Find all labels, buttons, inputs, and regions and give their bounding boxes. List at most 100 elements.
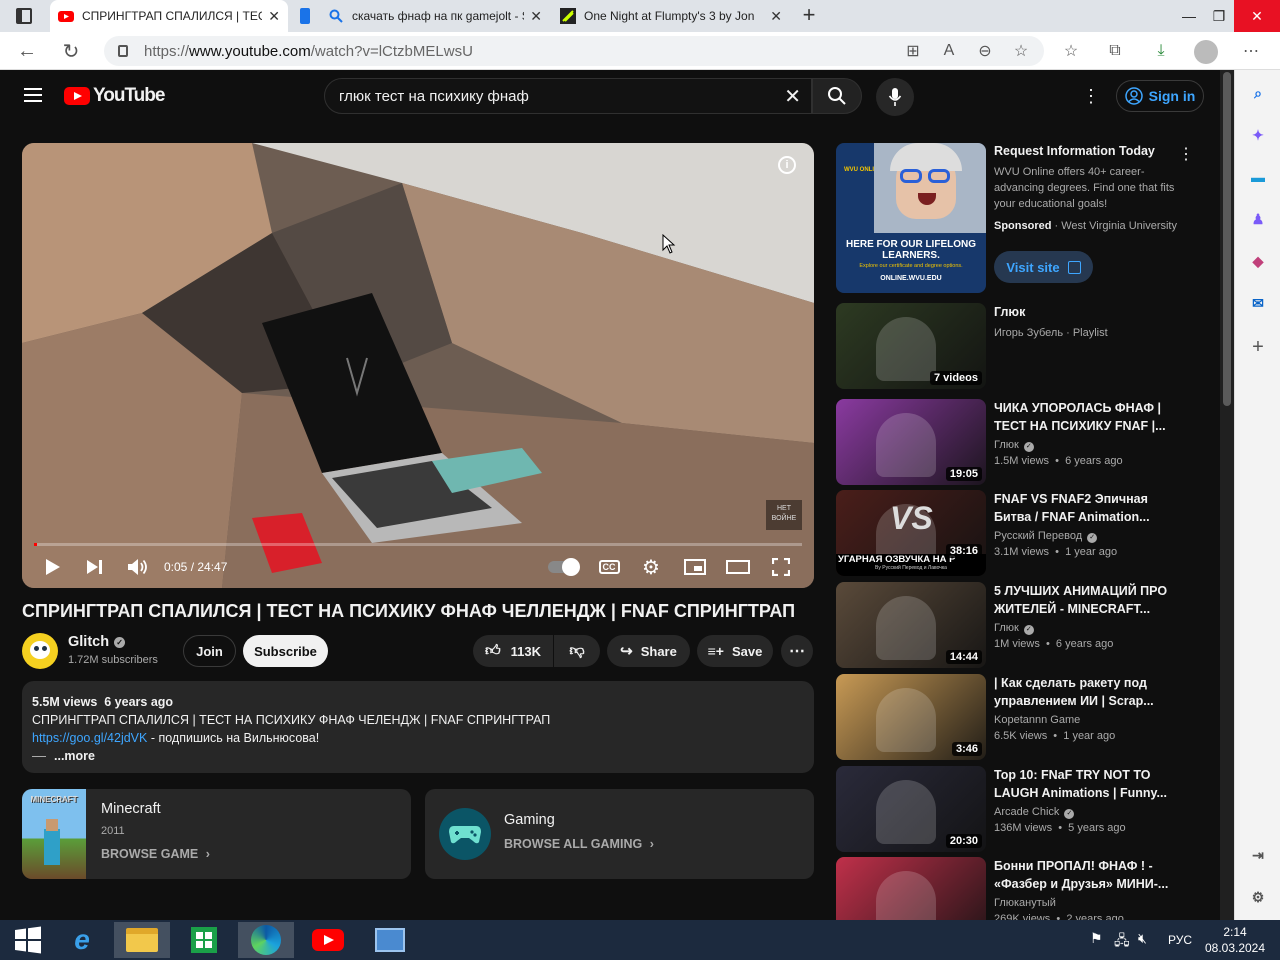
youtube-app-icon[interactable]: [300, 922, 356, 958]
recommendation-thumbnail[interactable]: 20:30: [836, 766, 986, 852]
channel-watermark[interactable]: НЕТ ВОЙНЕ: [766, 500, 802, 530]
search-button[interactable]: [812, 78, 862, 114]
recommendation-title[interactable]: ЧИКА УПОРОЛАСЬ ФНАФ | ТЕСТ НА ПСИХИКУ FN…: [994, 399, 1174, 435]
recommendation-title[interactable]: 5 ЛУЧШИХ АНИМАЦИЙ ПРО ЖИТЕЛЕЙ - MINECRAF…: [994, 582, 1174, 618]
progress-bar[interactable]: [34, 543, 802, 546]
recommendation-thumbnail[interactable]: 7 videos: [836, 303, 986, 389]
new-tab-icon[interactable]: +: [798, 4, 820, 28]
network-icon[interactable]: 🖧︎: [1114, 930, 1130, 954]
recommendation-channel[interactable]: Arcade Chick ✓: [994, 806, 1075, 819]
collections-icon[interactable]: ⧉: [1104, 40, 1126, 62]
theater-mode-icon[interactable]: [726, 556, 750, 578]
recommendation-title[interactable]: | Как сделать ракету под управлением ИИ …: [994, 674, 1174, 710]
search-input[interactable]: глюк тест на психику фнаф ✕: [324, 78, 812, 114]
page-scrollbar[interactable]: [1220, 70, 1234, 920]
visit-site-button[interactable]: Visit site: [994, 251, 1093, 283]
start-windows-icon[interactable]: [0, 922, 56, 958]
like-button[interactable]: 👍︎ 113K: [473, 635, 553, 667]
ad-menu-icon[interactable]: ⋮: [1178, 144, 1194, 164]
browse-game-link[interactable]: BROWSE GAME ›: [101, 847, 210, 861]
browse-all-gaming-link[interactable]: BROWSE ALL GAMING ›: [504, 837, 654, 851]
window-close-icon[interactable]: ✕: [1234, 0, 1280, 32]
video-player[interactable]: i НЕТ ВОЙНЕ 0:05 / 24:47 CC ⚙: [22, 143, 814, 588]
recommendation-item[interactable]: 19:05 ЧИКА УПОРОЛАСЬ ФНАФ | ТЕСТ НА ПСИХИ…: [836, 399, 1206, 485]
volume-icon[interactable]: [126, 556, 150, 578]
recommendation-item[interactable]: 20:30 Top 10: FNaF TRY NOT TO LAUGH Anima…: [836, 766, 1206, 852]
voice-search-button[interactable]: [876, 78, 914, 116]
tab-gamejolt[interactable]: One Night at Flumpty's 3 by Jon ✕: [552, 0, 790, 32]
recommendation-item[interactable]: 14:44 5 ЛУЧШИХ АНИМАЦИЙ ПРО ЖИТЕЛЕЙ - MIN…: [836, 582, 1206, 668]
autoplay-toggle[interactable]: [546, 556, 580, 578]
profile-avatar-icon[interactable]: [1194, 40, 1218, 64]
control-panel-icon[interactable]: [362, 922, 418, 958]
sidebar-settings-icon[interactable]: ⚙: [1247, 886, 1269, 908]
zoom-icon[interactable]: ⊖: [974, 40, 996, 62]
sign-in-button[interactable]: Sign in: [1116, 80, 1204, 112]
downloads-icon[interactable]: ⤓: [1150, 40, 1172, 62]
more-link[interactable]: ...more: [54, 749, 95, 763]
recommendation-channel[interactable]: Глюк ✓: [994, 622, 1034, 635]
favorites-icon[interactable]: ☆: [1060, 40, 1082, 62]
back-arrow-icon[interactable]: ←: [16, 40, 38, 62]
sidebar-search-icon[interactable]: ⌕: [1247, 82, 1269, 104]
edge-browser-icon[interactable]: [238, 922, 294, 958]
recommendation-item[interactable]: 7 videos Глюк Игорь Зубель · Playlist: [836, 303, 1206, 389]
gaming-card[interactable]: Gaming BROWSE ALL GAMING ›: [425, 789, 814, 879]
save-button[interactable]: ≡+ Save: [697, 635, 773, 667]
ad-title[interactable]: Request Information Today: [994, 144, 1174, 158]
settings-gear-icon[interactable]: ⚙: [640, 556, 662, 579]
recommendation-channel[interactable]: Глюканутый: [994, 897, 1056, 909]
recommendation-channel[interactable]: Глюк ✓: [994, 439, 1034, 452]
channel-name[interactable]: Glitch ✓: [68, 634, 126, 650]
scrollbar-thumb[interactable]: [1223, 72, 1231, 406]
recommendation-channel[interactable]: Kopetannn Game: [994, 714, 1080, 726]
description-link[interactable]: https://goo.gl/42jdVK: [32, 731, 147, 745]
recommendation-thumbnail[interactable]: 19:05: [836, 399, 986, 485]
recommendation-thumbnail[interactable]: 14:44: [836, 582, 986, 668]
game-card[interactable]: MINECRAFT Minecraft 2011 BROWSE GAME ›: [22, 789, 411, 879]
share-button[interactable]: ↪ Share: [607, 635, 690, 667]
tab-youtube[interactable]: СПРИНГТРАП СПАЛИЛСЯ | ТЕСТ ✕: [50, 0, 288, 32]
games-icon[interactable]: ♟: [1247, 208, 1269, 230]
add-sidebar-icon[interactable]: +: [1247, 336, 1269, 358]
info-icon[interactable]: i: [778, 156, 796, 174]
tab-actions-icon[interactable]: [16, 8, 32, 24]
store-icon[interactable]: [176, 922, 232, 958]
next-icon[interactable]: [84, 556, 106, 578]
copilot-icon[interactable]: ✦: [1247, 124, 1269, 146]
description-box[interactable]: 5.5M views 6 years ago СПРИНГТРАП СПАЛИЛ…: [22, 681, 814, 773]
settings-dots-icon[interactable]: ⋮: [1082, 86, 1100, 106]
input-language[interactable]: РУС: [1168, 933, 1192, 947]
youtube-logo[interactable]: YouTube: [64, 84, 165, 108]
subscribe-button[interactable]: Subscribe: [243, 635, 328, 667]
miniplayer-icon[interactable]: [683, 556, 707, 578]
recommendation-channel[interactable]: Русский Перевод ✓: [994, 530, 1098, 543]
captions-icon[interactable]: CC: [598, 556, 620, 578]
recommendation-channel[interactable]: Игорь Зубель · Playlist: [994, 327, 1108, 339]
hide-sidebar-icon[interactable]: ⇥: [1247, 844, 1269, 866]
read-aloud-icon[interactable]: A: [938, 40, 960, 62]
fullscreen-icon[interactable]: [770, 556, 792, 578]
close-icon[interactable]: ✕: [268, 8, 280, 25]
recommendation-title[interactable]: Top 10: FNaF TRY NOT TO LAUGH Animations…: [994, 766, 1174, 802]
more-actions-button[interactable]: ⋯: [781, 635, 813, 667]
dislike-button[interactable]: 👎︎: [554, 635, 600, 667]
hamburger-menu-icon[interactable]: [24, 88, 42, 102]
add-favorite-icon[interactable]: ☆: [1010, 40, 1032, 62]
recommendation-title[interactable]: Глюк: [994, 303, 1174, 321]
channel-avatar[interactable]: [22, 633, 58, 669]
outlook-icon[interactable]: ✉: [1247, 292, 1269, 314]
recommendation-title[interactable]: Бонни ПРОПАЛ! ФНАФ ! - «Фазбер и Друзья»…: [994, 857, 1174, 893]
recommendation-item[interactable]: 3:46 | Как сделать ракету под управлением…: [836, 674, 1206, 760]
office-icon[interactable]: ◆: [1247, 250, 1269, 272]
close-icon[interactable]: ✕: [770, 8, 782, 25]
recommendation-title[interactable]: FNAF VS FNAF2 Эпичная Битва / FNAF Anima…: [994, 490, 1174, 526]
refresh-icon[interactable]: ↻: [60, 40, 82, 63]
tab-search[interactable]: скачать фнаф на пк gamejolt - S ✕: [292, 0, 550, 32]
more-menu-icon[interactable]: ⋯: [1240, 40, 1262, 62]
recommendation-item[interactable]: VS УГАРНАЯ ОЗВУЧКА НА Р By Русский Перевод…: [836, 490, 1206, 576]
play-icon[interactable]: [42, 556, 64, 578]
file-explorer-icon[interactable]: [114, 922, 170, 958]
recommendation-thumbnail[interactable]: VS УГАРНАЯ ОЗВУЧКА НА Р By Русский Перевод…: [836, 490, 986, 576]
clear-search-icon[interactable]: ✕: [784, 84, 801, 109]
